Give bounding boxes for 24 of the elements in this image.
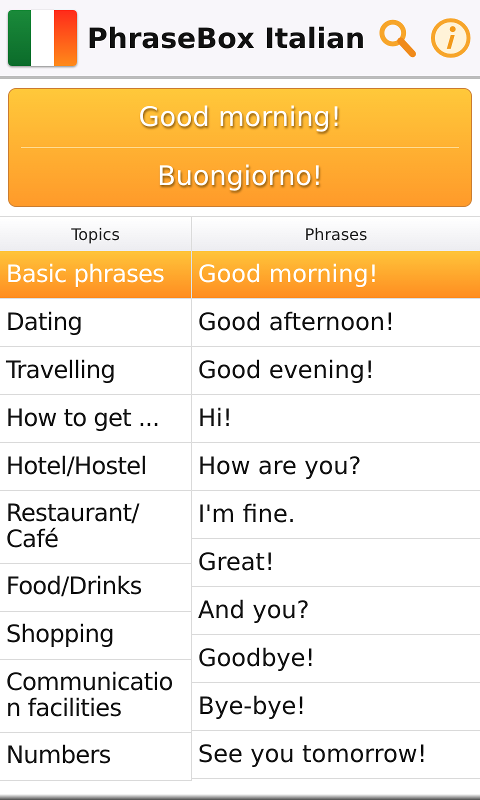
topic-item[interactable]: How to get ... — [0, 395, 191, 443]
phrase-item[interactable]: Hi! — [192, 395, 480, 443]
phrase-item[interactable]: Goodbye! — [192, 635, 480, 683]
phrase-item[interactable]: Bye-bye! — [192, 683, 480, 731]
flag-icon — [8, 10, 78, 66]
phrase-item[interactable]: How are you? — [192, 443, 480, 491]
phrase-item[interactable]: Good evening! — [192, 347, 480, 395]
topic-item[interactable]: Restaurant/ Café — [0, 491, 191, 564]
topic-item[interactable]: Hotel/Hostel — [0, 443, 191, 491]
phrase-item[interactable]: And you? — [192, 587, 480, 635]
topic-item[interactable]: Dating — [0, 299, 191, 347]
phrase-item[interactable]: Great! — [192, 539, 480, 587]
italian-phrase: Buongiorno! — [156, 160, 324, 194]
phrase-item[interactable]: I'm fine. — [192, 491, 480, 539]
english-phrase: Good morning! — [138, 101, 342, 135]
info-icon[interactable] — [428, 16, 472, 60]
topic-item[interactable]: Shopping — [0, 612, 191, 660]
topic-item[interactable]: Food/Drinks — [0, 564, 191, 612]
topic-item[interactable]: Numbers — [0, 732, 191, 781]
topic-item[interactable]: Communication facilities — [0, 660, 191, 733]
phrase-item[interactable]: Good afternoon! — [192, 299, 480, 347]
app-title: PhraseBox Italian — [87, 22, 366, 54]
phrase-item[interactable]: See you tomorrow! — [192, 731, 480, 779]
topic-item[interactable]: Travelling — [0, 347, 191, 395]
